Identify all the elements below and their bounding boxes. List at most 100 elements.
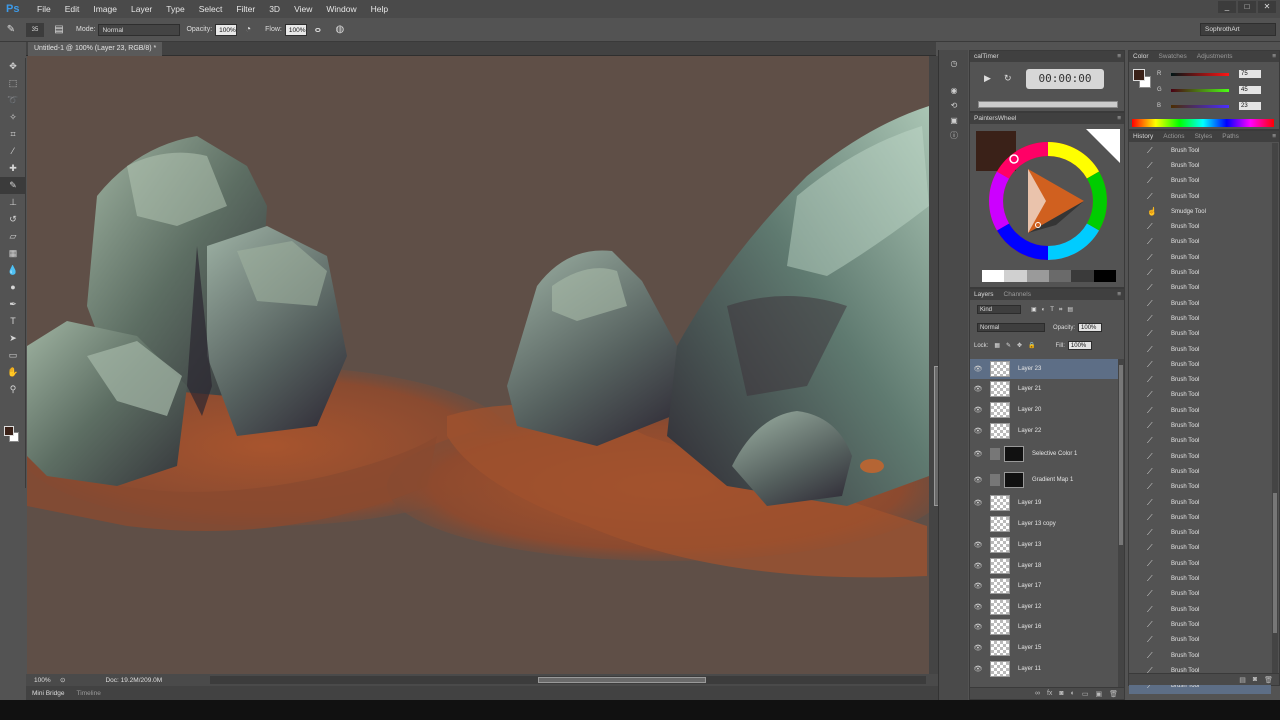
history-state[interactable]: ⟋ Brush Tool (1129, 388, 1271, 403)
hand-icon[interactable]: ✋ (0, 364, 26, 381)
green-value-input[interactable]: 45 (1239, 86, 1261, 94)
history-state[interactable]: ⟋ Brush Tool (1129, 403, 1271, 418)
snapshot-checkbox[interactable] (1133, 407, 1141, 415)
snapshot-checkbox[interactable] (1133, 499, 1141, 507)
snapshot-checkbox[interactable] (1133, 346, 1141, 354)
dodge-icon[interactable]: ● (0, 279, 26, 296)
history-state[interactable]: ⟋ Brush Tool (1129, 633, 1271, 648)
tab-actions[interactable]: Actions (1163, 133, 1184, 140)
history-state[interactable]: ⟋ Brush Tool (1129, 480, 1271, 495)
history-state[interactable]: ⟋ Brush Tool (1129, 541, 1271, 556)
snapshot-icon[interactable]: ◙ (1253, 676, 1257, 683)
snapshot-checkbox[interactable] (1133, 621, 1141, 629)
foreground-color-swatch[interactable] (4, 426, 14, 436)
quick-select-icon[interactable]: ✧ (0, 109, 26, 126)
menu-layer[interactable]: Layer (124, 0, 159, 18)
history-brush-icon[interactable]: ↺ (0, 211, 26, 228)
adjust-icon[interactable]: ▣ (939, 113, 969, 128)
visibility-eye-icon[interactable]: 👁 (970, 406, 986, 414)
snapshot-checkbox[interactable] (1133, 652, 1141, 660)
visibility-eye-icon[interactable]: 👁 (970, 385, 986, 393)
layer-fill-input[interactable]: 100% (1067, 341, 1092, 350)
type-icon[interactable]: T (0, 313, 26, 330)
snapshot-checkbox[interactable] (1133, 514, 1141, 522)
layer-row[interactable]: 👁 Layer 13 (970, 535, 1118, 555)
history-state[interactable]: ⟋ Brush Tool (1129, 556, 1271, 571)
layer-row[interactable]: 👁 Layer 16 (970, 617, 1118, 637)
panel-menu-icon[interactable]: ≡ (1117, 115, 1124, 122)
layer-opacity-input[interactable]: 100% (1078, 323, 1103, 332)
layer-row[interactable]: 👁 Layer 21 (970, 379, 1118, 399)
history-state[interactable]: ⟋ Brush Tool (1129, 296, 1271, 311)
workspace-select[interactable]: SophrothArt (1200, 23, 1276, 36)
gradient-icon[interactable]: ▦ (0, 245, 26, 262)
snapshot-checkbox[interactable] (1133, 315, 1141, 323)
layer-row[interactable]: 👁 Layer 17 (970, 576, 1118, 596)
layers-scrollbar[interactable] (1118, 359, 1124, 689)
history-state[interactable]: ⟋ Brush Tool (1129, 464, 1271, 479)
menu-window[interactable]: Window (319, 0, 363, 18)
visibility-eye-icon[interactable]: 👁 (970, 476, 986, 484)
snapshot-checkbox[interactable] (1133, 437, 1141, 445)
snapshot-checkbox[interactable] (1133, 606, 1141, 614)
snapshot-checkbox[interactable] (1133, 391, 1141, 399)
history-state[interactable]: ⟋ Brush Tool (1129, 418, 1271, 433)
history-state[interactable]: ⟋ Brush Tool (1129, 373, 1271, 388)
pressure-size-icon[interactable]: ◍ (333, 23, 347, 37)
gray-swatch[interactable] (1026, 270, 1049, 282)
color-spectrum-ramp[interactable] (1132, 119, 1274, 127)
snapshot-checkbox[interactable] (1133, 177, 1141, 185)
airbrush-icon[interactable]: ⴰ (311, 23, 325, 37)
visibility-eye-icon[interactable]: 👁 (970, 603, 986, 611)
tab-layers[interactable]: Layers (974, 291, 994, 298)
trash-icon[interactable]: 🗑 (1109, 690, 1118, 698)
red-value-input[interactable]: 75 (1239, 70, 1261, 78)
share-icon[interactable]: ⊙ (60, 676, 65, 684)
history-state[interactable]: ⟋ Brush Tool (1129, 265, 1271, 280)
snapshot-checkbox[interactable] (1133, 300, 1141, 308)
pen-icon[interactable]: ✒ (0, 296, 26, 313)
color-wheel[interactable] (976, 129, 1120, 273)
visibility-eye-icon[interactable]: 👁 (970, 365, 986, 373)
history-state[interactable]: ⟋ Brush Tool (1129, 220, 1271, 235)
visibility-eye-icon[interactable]: 👁 (970, 644, 986, 652)
snapshot-checkbox[interactable] (1133, 483, 1141, 491)
panel-menu-icon[interactable]: ≡ (1272, 133, 1279, 140)
snapshot-checkbox[interactable] (1133, 590, 1141, 598)
lasso-icon[interactable]: ➰ (0, 92, 26, 109)
layer-row[interactable]: 👁 Layer 15 (970, 638, 1118, 658)
pressure-opacity-icon[interactable]: ◔ (241, 23, 255, 37)
history-scrollbar[interactable] (1272, 143, 1278, 673)
zoom-icon[interactable]: ⚲ (0, 381, 26, 398)
layer-row[interactable]: 👁 Selective Color 1 (970, 444, 1118, 464)
link-icon[interactable]: ∞ (1035, 690, 1040, 697)
blur-icon[interactable]: 💧 (0, 262, 26, 279)
layer-row[interactable]: 👁 Layer 20 (970, 400, 1118, 420)
blue-slider[interactable] (1171, 104, 1229, 108)
history-state[interactable]: ⟋ Brush Tool (1129, 250, 1271, 265)
snapshot-checkbox[interactable] (1133, 529, 1141, 537)
snapshot-checkbox[interactable] (1133, 238, 1141, 246)
gray-value-strip[interactable] (982, 270, 1116, 282)
info-icon[interactable]: ⓘ (939, 128, 969, 143)
maximize-button[interactable]: □ (1238, 1, 1256, 13)
menu-file[interactable]: File (30, 0, 58, 18)
fx-icon[interactable]: fx (1047, 690, 1052, 697)
history-state[interactable]: ⟋ Brush Tool (1129, 434, 1271, 449)
eraser-icon[interactable]: ▱ (0, 228, 26, 245)
eyedropper-icon[interactable]: ⁄ (0, 143, 26, 160)
filter-icons[interactable]: ▣◐T⌗▤ (1031, 306, 1078, 314)
menu-image[interactable]: Image (86, 0, 124, 18)
red-slider[interactable] (1171, 72, 1229, 76)
history-state[interactable]: ⟋ Brush Tool (1129, 526, 1271, 541)
canvas[interactable] (27, 56, 929, 674)
visibility-eye-icon[interactable]: 👁 (970, 582, 986, 590)
history-state[interactable]: ⟋ Brush Tool (1129, 327, 1271, 342)
snapshot-checkbox[interactable] (1133, 560, 1141, 568)
layer-row[interactable]: 👁 Layer 18 (970, 556, 1118, 576)
snapshot-checkbox[interactable] (1133, 162, 1141, 170)
snapshot-checkbox[interactable] (1133, 284, 1141, 292)
trash-icon[interactable]: 🗑 (1264, 676, 1273, 684)
panel-menu-icon[interactable]: ≡ (1272, 53, 1279, 60)
gray-swatch[interactable] (982, 270, 1005, 282)
